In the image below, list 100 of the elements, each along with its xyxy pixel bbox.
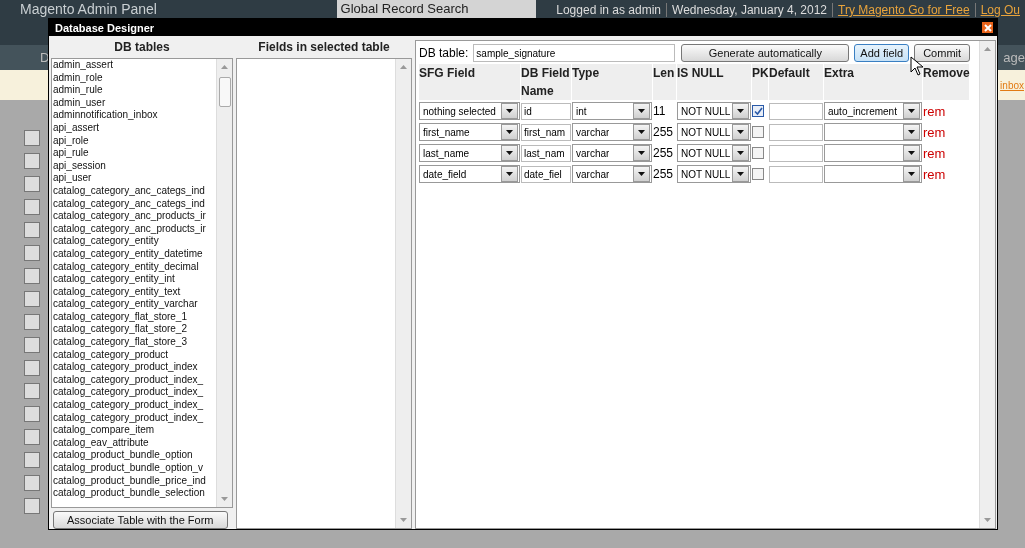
table-list-item[interactable]: api_role — [52, 134, 216, 148]
toolbar-tool-icon[interactable] — [24, 360, 40, 376]
table-list-item[interactable]: catalog_category_entity — [52, 235, 216, 248]
default-input[interactable] — [769, 144, 823, 162]
table-list-item[interactable]: catalog_category_flat_store_2 — [52, 323, 216, 337]
sfg-field-dropdown[interactable]: last_name — [419, 144, 520, 162]
associate-table-button[interactable]: Associate Table with the Form — [53, 511, 228, 529]
field-name-input[interactable]: first_nam — [521, 123, 571, 141]
remove-link[interactable]: rem — [923, 103, 946, 119]
toolbar-tool-icon[interactable] — [24, 222, 40, 238]
sfg-field-dropdown[interactable]: date_field — [419, 165, 520, 183]
null-dropdown[interactable]: NOT NULL — [677, 144, 751, 162]
table-list-item[interactable]: catalog_category_flat_store_3 — [52, 336, 216, 349]
table-list-item[interactable]: adminnotification_inbox — [52, 109, 216, 122]
nav-item[interactable]: age — [1003, 50, 1025, 65]
table-list-item[interactable]: api_session — [52, 159, 216, 173]
table-list-item[interactable]: api_rule — [52, 147, 216, 160]
field-name-input[interactable]: id — [521, 102, 571, 120]
table-list-item[interactable]: catalog_product_bundle_option_v — [52, 462, 216, 475]
table-list-item[interactable]: catalog_category_entity_int — [52, 273, 216, 286]
sfg-field-dropdown[interactable]: nothing selected — [419, 102, 520, 120]
table-list-item[interactable]: catalog_category_anc_categs_ind — [52, 184, 216, 198]
scroll-down-arrow-icon[interactable] — [400, 518, 407, 522]
scroll-down-arrow-icon[interactable] — [984, 518, 991, 522]
table-list-item[interactable]: catalog_compare_item — [52, 424, 216, 437]
scrollbar[interactable] — [216, 59, 232, 507]
table-list-item[interactable]: catalog_category_product_index_ — [52, 411, 216, 425]
table-list-item[interactable]: catalog_category_anc_products_ir — [52, 222, 216, 236]
toolbar-tool-icon[interactable] — [24, 130, 40, 146]
scroll-up-arrow-icon[interactable] — [400, 65, 407, 69]
table-list-item[interactable]: api_user — [52, 172, 216, 185]
header-link[interactable]: Try Magento Go for Free — [832, 3, 975, 17]
pk-checkbox[interactable] — [752, 147, 764, 159]
pk-checkbox[interactable] — [752, 105, 764, 117]
default-input[interactable] — [769, 165, 823, 183]
toolbar-tool-icon[interactable] — [24, 452, 40, 468]
type-dropdown[interactable]: int — [572, 102, 652, 120]
toolbar-tool-icon[interactable] — [24, 199, 40, 215]
table-list-item[interactable]: catalog_category_product_index — [52, 361, 216, 374]
toolbar-tool-icon[interactable] — [24, 498, 40, 514]
remove-link[interactable]: rem — [923, 124, 946, 140]
toolbar-tool-icon[interactable] — [24, 314, 40, 330]
table-list-item[interactable]: catalog_category_anc_categs_ind — [52, 197, 216, 211]
table-list-item[interactable]: catalog_category_product_index_ — [52, 399, 216, 412]
toolbar-tool-icon[interactable] — [24, 153, 40, 169]
toolbar-tool-icon[interactable] — [24, 291, 40, 307]
null-dropdown[interactable]: NOT NULL — [677, 102, 751, 120]
table-list-item[interactable]: catalog_category_entity_datetime — [52, 247, 216, 261]
toolbar-tool-icon[interactable] — [24, 245, 40, 261]
toolbar-tool-icon[interactable] — [24, 268, 40, 284]
toolbar-tool-icon[interactable] — [24, 475, 40, 491]
table-list-item[interactable]: catalog_product_bundle_option — [52, 449, 216, 462]
table-list-item[interactable]: api_assert — [52, 121, 216, 135]
sfg-field-dropdown[interactable]: first_name — [419, 123, 520, 141]
scroll-up-arrow-icon[interactable] — [984, 47, 991, 51]
remove-link[interactable]: rem — [923, 166, 946, 182]
table-list-item[interactable]: catalog_category_product_index_ — [52, 386, 216, 400]
toolbar-tool-icon[interactable] — [24, 429, 40, 445]
table-list-item[interactable]: catalog_category_product_index_ — [52, 373, 216, 387]
header-link[interactable]: Log Ou — [974, 3, 1025, 17]
add-field-button[interactable]: Add field — [854, 44, 910, 62]
scrollbar-thumb[interactable] — [218, 77, 231, 107]
toolbar-tool-icon[interactable] — [24, 406, 40, 422]
field-name-input[interactable]: date_fiel — [521, 165, 571, 183]
pk-checkbox[interactable] — [752, 126, 764, 138]
type-dropdown[interactable]: varchar — [572, 123, 652, 141]
table-list-item[interactable]: catalog_category_flat_store_1 — [52, 310, 216, 324]
scroll-down-arrow-icon[interactable] — [221, 497, 228, 501]
type-dropdown[interactable]: varchar — [572, 165, 652, 183]
table-list-item[interactable]: admin_user — [52, 96, 216, 110]
default-input[interactable] — [769, 123, 823, 141]
generate-button[interactable]: Generate automatically — [681, 44, 850, 62]
table-list-item[interactable]: catalog_category_entity_decimal — [52, 260, 216, 274]
toolbar-tool-icon[interactable] — [24, 337, 40, 353]
table-list-item[interactable]: admin_assert — [52, 59, 216, 72]
scrollbar[interactable] — [395, 59, 411, 528]
table-list-item[interactable]: catalog_eav_attribute — [52, 436, 216, 450]
scroll-up-arrow-icon[interactable] — [221, 65, 228, 69]
field-name-input[interactable]: last_nam — [521, 144, 571, 162]
pk-checkbox[interactable] — [752, 168, 764, 180]
commit-button[interactable]: Commit — [914, 44, 971, 62]
table-list-item[interactable]: admin_role — [52, 71, 216, 85]
scrollbar[interactable] — [979, 41, 995, 528]
toolbar-tool-icon[interactable] — [24, 176, 40, 192]
table-list-item[interactable]: catalog_category_entity_text — [52, 285, 216, 299]
table-list-item[interactable]: catalog_category_entity_varchar — [52, 298, 216, 311]
table-list-item[interactable]: catalog_product_bundle_selection — [52, 487, 216, 500]
table-name-field[interactable]: sample_signature — [473, 44, 676, 62]
table-list-item[interactable]: admin_rule — [52, 84, 216, 97]
close-icon[interactable] — [982, 22, 993, 33]
default-input[interactable] — [769, 102, 823, 120]
null-dropdown[interactable]: NOT NULL — [677, 123, 751, 141]
global-search-field[interactable]: Global Record Search — [336, 0, 537, 18]
null-dropdown[interactable]: NOT NULL — [677, 165, 751, 183]
toolbar-tool-icon[interactable] — [24, 383, 40, 399]
extra-dropdown[interactable]: auto_increment — [824, 102, 922, 120]
table-list-item[interactable]: catalog_category_product — [52, 348, 216, 362]
type-dropdown[interactable]: varchar — [572, 144, 652, 162]
table-list-item[interactable]: catalog_product_bundle_price_ind — [52, 474, 216, 488]
table-list-item[interactable]: catalog_category_anc_products_ir — [52, 210, 216, 223]
